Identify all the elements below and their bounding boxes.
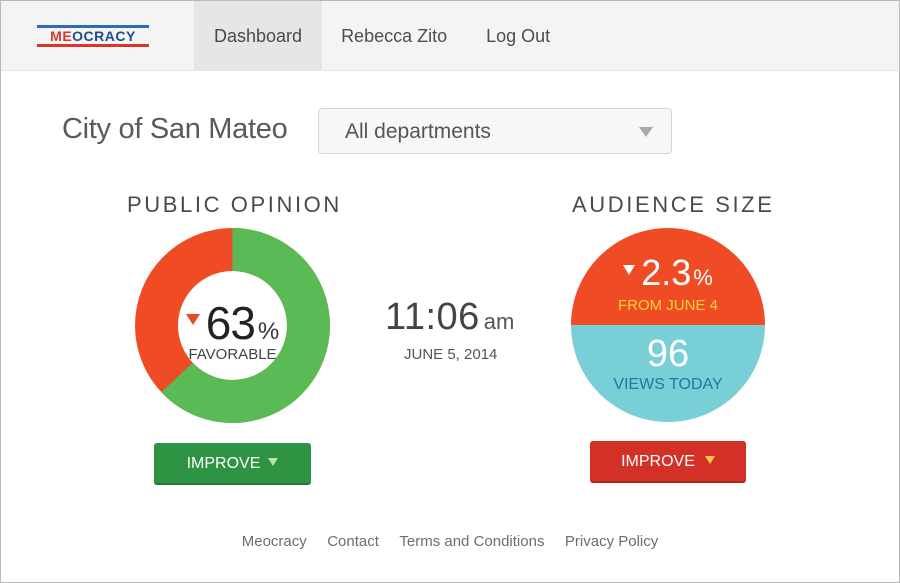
footer-link-privacy[interactable]: Privacy Policy	[565, 533, 658, 550]
top-navbar: MEOCRACY Dashboard Rebecca Zito Log Out	[1, 1, 899, 71]
current-time: 11:06 am	[385, 296, 514, 339]
improve-audience-button[interactable]: IMPROVE	[590, 441, 746, 483]
main-nav: Dashboard Rebecca Zito Log Out	[194, 1, 570, 71]
caret-down-icon	[268, 458, 279, 466]
meocracy-logo[interactable]: MEOCRACY	[37, 25, 149, 49]
donut-center: 63% FAVORABLE	[135, 228, 330, 423]
logo-text: MEOCRACY	[50, 28, 136, 44]
footer-link-terms[interactable]: Terms and Conditions	[399, 533, 544, 550]
caret-down-icon	[704, 456, 715, 464]
chevron-down-icon	[639, 127, 653, 137]
percent-sign: %	[257, 318, 280, 345]
nav-dashboard[interactable]: Dashboard	[194, 1, 323, 71]
favorable-label: FAVORABLE	[188, 346, 277, 363]
department-select-value: All departments	[345, 120, 491, 143]
favorable-value: 63	[205, 297, 256, 349]
views-today-value: 96	[646, 333, 690, 375]
percent-sign: %	[693, 265, 713, 290]
nav-log-out[interactable]: Log Out	[466, 1, 570, 71]
nav-user-rebecca-zito[interactable]: Rebecca Zito	[321, 1, 467, 71]
trend-down-icon	[623, 265, 636, 275]
footer-link-meocracy[interactable]: Meocracy	[242, 533, 307, 550]
audience-change: 2.3%	[571, 252, 765, 294]
audience-change-value: 2.3	[641, 252, 692, 293]
footer-link-contact[interactable]: Contact	[327, 533, 379, 550]
audience-change-label: FROM JUNE 4	[617, 297, 718, 314]
favorable-percentage: 63%	[135, 296, 330, 350]
logo-bottom-bar	[37, 44, 149, 47]
department-select[interactable]: All departments	[318, 108, 672, 154]
city-title: City of San Mateo	[62, 113, 288, 145]
current-date: JUNE 5, 2014	[404, 346, 498, 363]
improve-opinion-button[interactable]: IMPROVE	[154, 443, 311, 485]
improve-opinion-label: IMPROVE	[186, 455, 261, 472]
footer-links: Meocracy Contact Terms and Conditions Pr…	[0, 533, 900, 551]
time-ampm: am	[483, 309, 515, 334]
trend-down-icon	[185, 314, 200, 325]
improve-audience-label: IMPROVE	[621, 453, 695, 470]
audience-size-title: AUDIENCE SIZE	[572, 192, 775, 217]
time-value: 11:06	[385, 296, 480, 338]
views-today-label: VIEWS TODAY	[613, 376, 723, 393]
public-opinion-title: PUBLIC OPINION	[127, 192, 342, 217]
